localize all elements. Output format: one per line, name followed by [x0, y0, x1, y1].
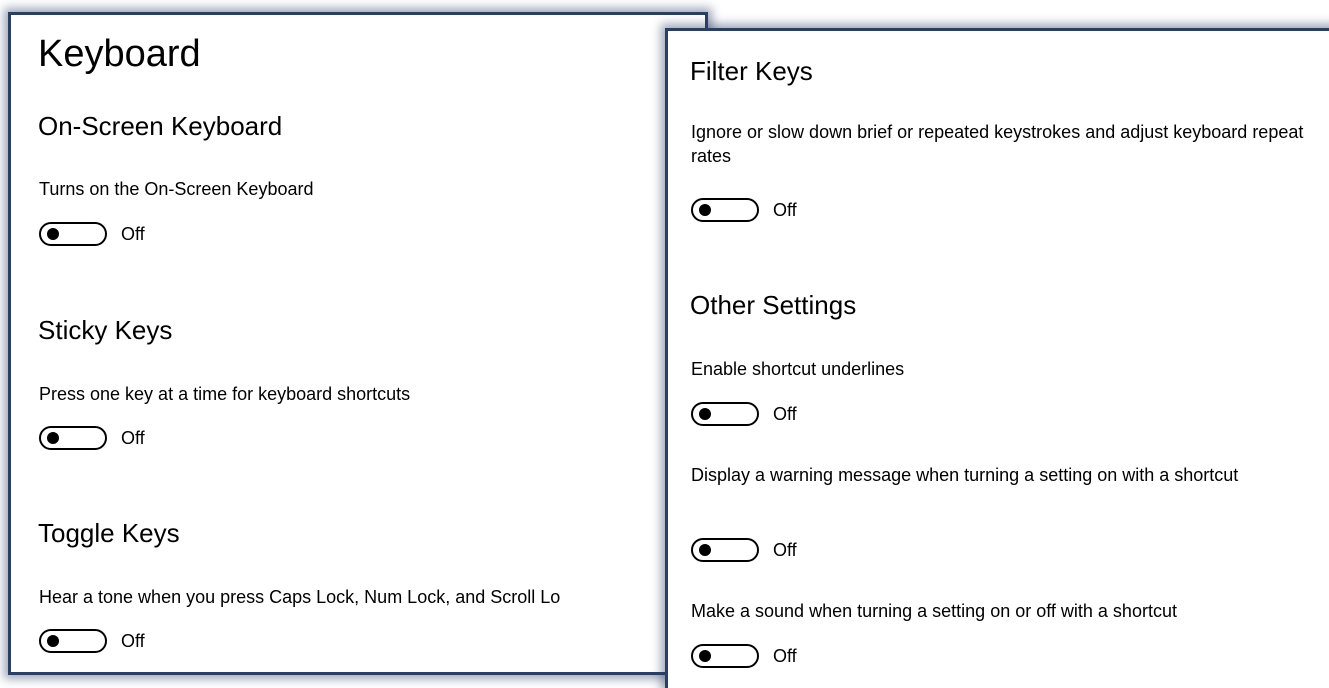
on-screen-keyboard-toggle-row[interactable]: Off: [39, 222, 145, 246]
other-settings-heading: Other Settings: [690, 290, 857, 320]
sticky-keys-description: Press one key at a time for keyboard sho…: [39, 384, 411, 404]
page-title: Keyboard: [38, 33, 201, 75]
filter-keys-settings-panel: Filter Keys Ignore or slow down brief or…: [665, 28, 1329, 688]
on-screen-keyboard-description: Turns on the On-Screen Keyboard: [39, 179, 314, 199]
toggle-knob: [699, 544, 711, 556]
toggle-keys-description: Hear a tone when you press Caps Lock, Nu…: [39, 587, 561, 607]
filter-keys-heading: Filter Keys: [690, 56, 813, 86]
toggle-knob: [699, 408, 711, 420]
toggle-knob: [47, 635, 59, 647]
toggle-knob: [699, 650, 711, 662]
warning-message-toggle-row[interactable]: Off: [691, 538, 797, 562]
toggle-keys-toggle[interactable]: [39, 629, 107, 653]
shortcut-underlines-toggle[interactable]: [691, 402, 759, 426]
shortcut-underlines-toggle-row[interactable]: Off: [691, 402, 797, 426]
toggle-keys-toggle-row[interactable]: Off: [39, 629, 145, 653]
toggle-knob: [699, 204, 711, 216]
on-screen-keyboard-toggle[interactable]: [39, 222, 107, 246]
shortcut-underlines-state: Off: [773, 403, 797, 424]
warning-message-description: Display a warning message when turning a…: [691, 465, 1239, 485]
sticky-keys-heading: Sticky Keys: [38, 315, 173, 345]
filter-keys-toggle[interactable]: [691, 198, 759, 222]
on-screen-keyboard-state: Off: [121, 223, 145, 244]
filter-keys-state: Off: [773, 199, 797, 220]
toggle-knob: [47, 228, 59, 240]
sticky-keys-toggle[interactable]: [39, 426, 107, 450]
filter-keys-toggle-row[interactable]: Off: [691, 198, 797, 222]
warning-message-state: Off: [773, 539, 797, 560]
toggle-knob: [47, 432, 59, 444]
sticky-keys-state: Off: [121, 427, 145, 448]
make-sound-description: Make a sound when turning a setting on o…: [691, 601, 1177, 621]
sticky-keys-toggle-row[interactable]: Off: [39, 426, 145, 450]
make-sound-toggle-row[interactable]: Off: [691, 644, 797, 668]
toggle-keys-heading: Toggle Keys: [38, 518, 180, 548]
make-sound-toggle[interactable]: [691, 644, 759, 668]
warning-message-toggle[interactable]: [691, 538, 759, 562]
keyboard-settings-panel: Keyboard On-Screen Keyboard Turns on the…: [8, 12, 708, 675]
toggle-keys-state: Off: [121, 630, 145, 651]
on-screen-keyboard-heading: On-Screen Keyboard: [38, 111, 283, 141]
filter-keys-description: Ignore or slow down brief or repeated ke…: [691, 122, 1304, 166]
make-sound-state: Off: [773, 645, 797, 666]
shortcut-underlines-description: Enable shortcut underlines: [691, 359, 905, 379]
